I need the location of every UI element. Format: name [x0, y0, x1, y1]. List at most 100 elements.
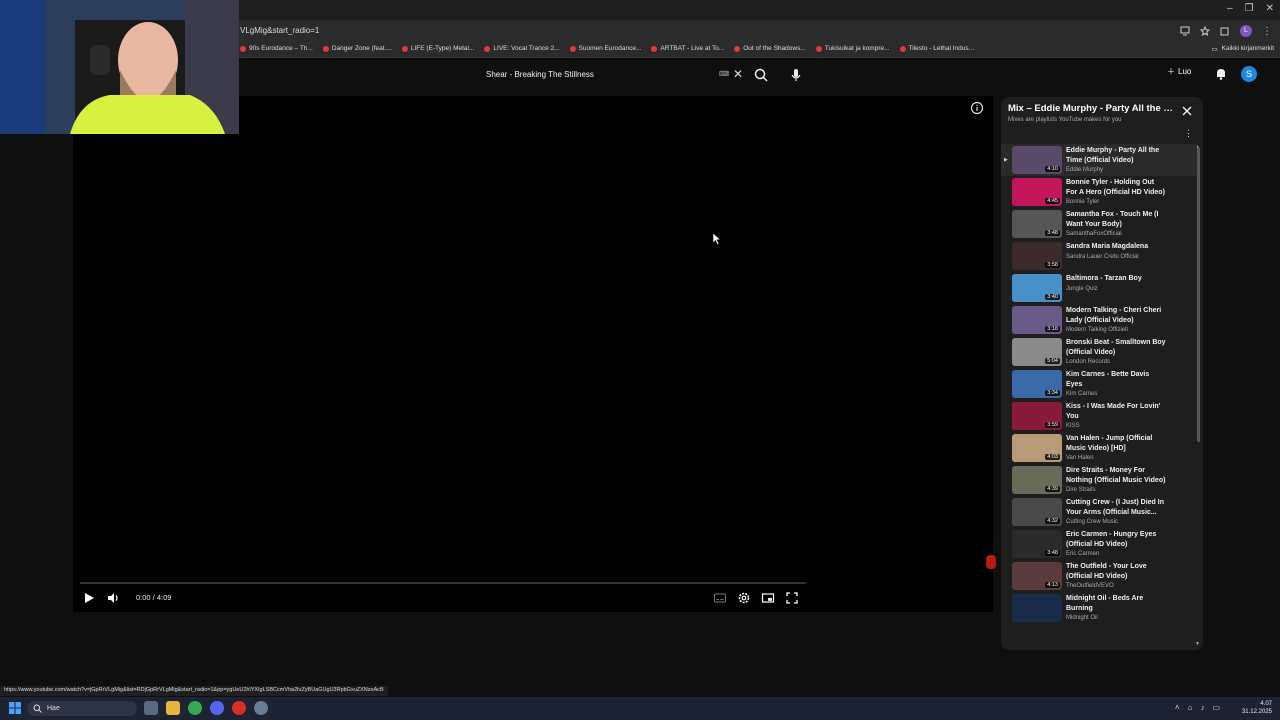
playlist-item[interactable]: 3:48 Samantha Fox - Touch Me (I Want Your… — [1001, 208, 1197, 240]
video-title[interactable]: Sandra Maria Magdalena — [1066, 242, 1166, 252]
bookmark-item[interactable]: Tilesto - Lethal Indus... — [899, 45, 974, 52]
windows-start-icon[interactable] — [9, 702, 21, 714]
settings-gear-icon[interactable] — [737, 590, 751, 606]
side-notification-badge[interactable] — [986, 555, 996, 569]
file-explorer-icon[interactable] — [166, 701, 180, 715]
video-title[interactable]: Bronski Beat - Smalltown Boy (Official V… — [1066, 338, 1166, 357]
chrome-icon[interactable] — [188, 701, 202, 715]
playlist-scrollbar[interactable] — [1197, 147, 1200, 442]
video-progress-bar[interactable] — [80, 582, 806, 584]
video-thumbnail[interactable]: 3:48 — [1012, 210, 1062, 238]
close-playlist-icon[interactable] — [1181, 105, 1193, 117]
subtitles-icon[interactable] — [713, 590, 727, 606]
playlist-more-icon[interactable]: ⋮ — [1184, 128, 1193, 139]
video-thumbnail[interactable]: 4:32 — [1012, 498, 1062, 526]
miniplayer-icon[interactable] — [761, 590, 775, 606]
taskbar-search-input[interactable]: Hae — [27, 701, 137, 716]
playlist-item[interactable]: 3:18 Modern Talking - Cheri Cheri Lady (O… — [1001, 304, 1197, 336]
video-thumbnail[interactable]: 3:34 — [1012, 370, 1062, 398]
video-title[interactable]: Bonnie Tyler - Holding Out For A Hero (O… — [1066, 178, 1166, 197]
playlist-item[interactable]: 5:04 Bronski Beat - Smalltown Boy (Offici… — [1001, 336, 1197, 368]
settings-icon[interactable] — [254, 701, 268, 715]
video-thumbnail[interactable]: 4:39 — [1012, 466, 1062, 494]
video-thumbnail[interactable]: 3:59 — [1012, 402, 1062, 430]
volume-tray-icon[interactable]: ♪ — [1200, 703, 1204, 712]
video-title[interactable]: Kiss - I Was Made For Lovin' You — [1066, 402, 1166, 421]
video-thumbnail[interactable]: 4:45 — [1012, 178, 1062, 206]
app-icon[interactable] — [232, 701, 246, 715]
video-title[interactable]: Eric Carmen - Hungry Eyes (Official HD V… — [1066, 530, 1166, 549]
info-icon[interactable] — [970, 101, 984, 115]
video-player[interactable] — [73, 96, 993, 612]
video-title[interactable]: Modern Talking - Cheri Cheri Lady (Offic… — [1066, 306, 1166, 325]
scroll-down-arrow[interactable]: ▼ — [1195, 641, 1200, 647]
bookmark-item[interactable]: Danger Zone (feat.... — [322, 45, 392, 52]
playlist-item[interactable]: Midnight Oil - Beds Are Burning Midnight … — [1001, 592, 1197, 624]
bookmark-item[interactable]: Suomen Eurodance... — [569, 45, 641, 52]
video-title[interactable]: Eddie Murphy - Party All the Time (Offic… — [1066, 146, 1166, 165]
video-thumbnail[interactable]: 4:10 — [1012, 146, 1062, 174]
video-title[interactable]: Midnight Oil - Beds Are Burning — [1066, 594, 1166, 613]
bookmark-item[interactable]: 90s Eurodance – Th... — [240, 45, 313, 52]
playlist-item[interactable]: 3:59 Kiss - I Was Made For Lovin' You KISS — [1001, 400, 1197, 432]
network-icon[interactable]: ⌂ — [1188, 703, 1193, 712]
bookmark-star-icon[interactable] — [1200, 26, 1210, 36]
bookmark-item[interactable]: Out of the Shadows... — [734, 45, 806, 52]
playlist-item[interactable]: 3:34 Kim Carnes - Bette Davis Eyes Kim Car… — [1001, 368, 1197, 400]
minimize-button[interactable]: – — [1227, 3, 1233, 14]
video-thumbnail[interactable]: 4:03 — [1012, 434, 1062, 462]
bookmark-item[interactable]: LIVE: Vocal Trance 2... — [484, 45, 560, 52]
bookmark-item[interactable]: ARTBAT - Live at To... — [651, 45, 724, 52]
video-thumbnail[interactable]: 3:48 — [1012, 530, 1062, 558]
playlist-item[interactable]: 4:39 Dire Straits - Money For Nothing (Of… — [1001, 464, 1197, 496]
playlist-item[interactable]: 4:32 Cutting Crew - (I Just) Died In Your… — [1001, 496, 1197, 528]
tray-chevron-icon[interactable]: ˄ — [1175, 703, 1180, 712]
profile-avatar[interactable]: L — [1240, 25, 1252, 37]
playlist-item[interactable]: ▶ 4:10 Eddie Murphy - Party All the Time (… — [1001, 144, 1197, 176]
account-avatar[interactable]: S — [1241, 66, 1257, 82]
bookmark-item[interactable]: LIFE (E-Type) Metal... — [401, 45, 474, 52]
clear-search-icon[interactable]: ✕ — [733, 67, 743, 81]
video-title[interactable]: The Outfield - Your Love (Official HD Vi… — [1066, 562, 1166, 581]
maximize-button[interactable]: ❐ — [1245, 3, 1254, 14]
search-input[interactable]: Shear - Breaking The Stillness ⌨ ✕ — [476, 64, 746, 84]
discord-icon[interactable] — [210, 701, 224, 715]
video-thumbnail[interactable]: 4:13 — [1012, 562, 1062, 590]
video-title[interactable]: Cutting Crew - (I Just) Died In Your Arm… — [1066, 498, 1166, 517]
playlist-item[interactable]: 3:58 Sandra Maria Magdalena Sandra Lauer C… — [1001, 240, 1197, 272]
playlist-item[interactable]: 3:40 Baltimora - Tarzan Boy Jungle Quiz — [1001, 272, 1197, 304]
url-field[interactable]: VLgMig&start_radio=1 — [240, 26, 319, 35]
playlist-item[interactable]: 3:48 Eric Carmen - Hungry Eyes (Official … — [1001, 528, 1197, 560]
video-thumbnail[interactable]: 3:58 — [1012, 242, 1062, 270]
close-window-button[interactable]: ✕ — [1266, 3, 1274, 14]
video-title[interactable]: Dire Straits - Money For Nothing (Offici… — [1066, 466, 1166, 485]
bookmark-item[interactable]: Tukisuikat ja kompre... — [815, 45, 890, 52]
task-view-icon[interactable] — [144, 701, 158, 715]
taskbar-clock[interactable]: 4.07 31.12.2025 — [1242, 700, 1272, 716]
install-app-icon[interactable] — [1180, 26, 1190, 36]
volume-icon[interactable] — [106, 590, 120, 606]
extensions-icon[interactable] — [1220, 26, 1230, 36]
all-bookmarks[interactable]: ▭ Kaikki kirjanmerkit — [1211, 45, 1274, 53]
playlist-item[interactable]: 4:03 Van Halen - Jump (Official Music Vid… — [1001, 432, 1197, 464]
battery-icon[interactable]: ▭ — [1212, 703, 1220, 712]
create-button[interactable]: ＋ Luo — [1167, 66, 1191, 77]
browser-menu-icon[interactable]: ⋮ — [1262, 26, 1272, 37]
play-icon[interactable] — [82, 590, 96, 606]
video-channel: SamanthaFoxOfficial — [1066, 231, 1122, 237]
playlist-item[interactable]: 4:13 The Outfield - Your Love (Official H… — [1001, 560, 1197, 592]
video-thumbnail[interactable] — [1012, 594, 1062, 622]
video-thumbnail[interactable]: 5:04 — [1012, 338, 1062, 366]
video-title[interactable]: Baltimora - Tarzan Boy — [1066, 274, 1166, 284]
video-title[interactable]: Van Halen - Jump (Official Music Video) … — [1066, 434, 1166, 453]
video-title[interactable]: Samantha Fox - Touch Me (I Want Your Bod… — [1066, 210, 1166, 229]
video-title[interactable]: Kim Carnes - Bette Davis Eyes — [1066, 370, 1166, 389]
fullscreen-icon[interactable] — [785, 590, 799, 606]
microphone-icon[interactable] — [787, 66, 805, 84]
video-thumbnail[interactable]: 3:18 — [1012, 306, 1062, 334]
playlist-item[interactable]: 4:45 Bonnie Tyler - Holding Out For A Her… — [1001, 176, 1197, 208]
notifications-bell-icon[interactable] — [1214, 67, 1228, 81]
video-thumbnail[interactable]: 3:40 — [1012, 274, 1062, 302]
search-icon[interactable] — [752, 66, 770, 84]
keyboard-icon[interactable]: ⌨ — [719, 70, 729, 78]
